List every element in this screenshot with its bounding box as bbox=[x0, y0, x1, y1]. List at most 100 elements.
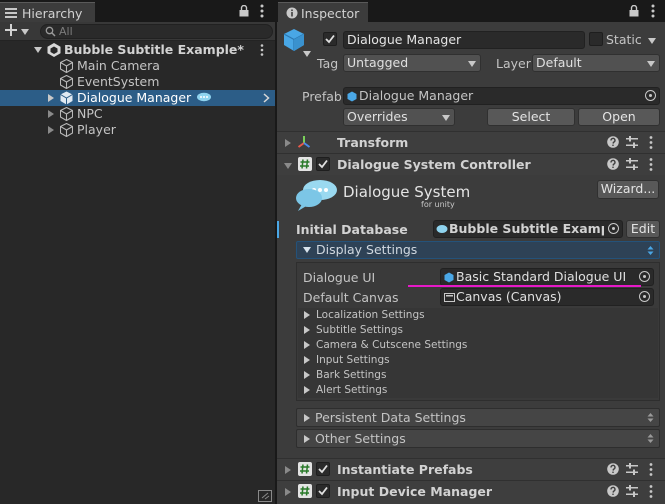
select-button[interactable]: Select bbox=[487, 108, 575, 126]
tag-dropdown[interactable]: Untagged bbox=[343, 54, 481, 72]
help-icon[interactable] bbox=[607, 136, 619, 148]
localization-settings-foldout[interactable]: Localization Settings bbox=[298, 308, 658, 323]
dialogue-ui-value: Basic Standard Dialogue UI bbox=[456, 269, 627, 284]
expand-arrow-icon bbox=[304, 414, 310, 422]
bark-settings-foldout[interactable]: Bark Settings bbox=[298, 368, 658, 383]
layer-label: Layer bbox=[496, 56, 531, 71]
chevron-right-icon[interactable] bbox=[263, 93, 270, 103]
collapse-arrow-icon[interactable] bbox=[284, 163, 292, 169]
object-picker-icon[interactable] bbox=[639, 291, 650, 302]
hierarchy-item-label: NPC bbox=[77, 106, 103, 121]
active-checkbox[interactable] bbox=[323, 32, 337, 46]
add-icon[interactable] bbox=[5, 24, 17, 36]
presets-icon[interactable] bbox=[626, 485, 638, 497]
input-settings-foldout[interactable]: Input Settings bbox=[298, 353, 658, 368]
scene-kebab-menu-icon[interactable] bbox=[260, 44, 264, 56]
controller-title: Dialogue System Controller bbox=[337, 157, 531, 172]
prefab-field[interactable]: Dialogue Manager bbox=[343, 87, 660, 105]
sort-arrows-icon bbox=[647, 246, 654, 255]
open-button[interactable]: Open bbox=[578, 108, 660, 126]
alert-settings-foldout[interactable]: Alert Settings bbox=[298, 383, 658, 398]
inspector-kebab-menu-icon[interactable] bbox=[651, 4, 655, 18]
script-hash-icon bbox=[298, 157, 312, 171]
object-name-field[interactable]: Dialogue Manager bbox=[343, 31, 585, 49]
component-kebab-menu-icon[interactable] bbox=[649, 485, 653, 498]
hierarchy-item-npc[interactable]: NPC bbox=[0, 106, 275, 122]
checkmark-icon bbox=[325, 34, 335, 44]
instantiate-prefabs-header[interactable]: Instantiate Prefabs bbox=[277, 458, 665, 480]
display-settings-foldout[interactable]: Display Settings bbox=[296, 241, 660, 259]
camera-cutscene-settings-foldout[interactable]: Camera & Cutscene Settings bbox=[298, 338, 658, 353]
other-settings-foldout[interactable]: Other Settings bbox=[296, 429, 660, 448]
hierarchy-item-dialogue-manager[interactable]: Dialogue Manager bbox=[0, 90, 275, 106]
resize-grip-icon[interactable] bbox=[258, 490, 272, 502]
hierarchy-tab[interactable]: Hierarchy bbox=[0, 2, 95, 22]
default-canvas-value: Canvas (Canvas) bbox=[456, 289, 562, 304]
expand-arrow-icon[interactable] bbox=[285, 466, 291, 474]
initial-database-field[interactable]: Bubble Subtitle Example D bbox=[433, 220, 623, 238]
hierarchy-item-player[interactable]: Player bbox=[0, 122, 275, 138]
inspector-tab[interactable]: Inspector bbox=[278, 2, 368, 22]
component-enabled-checkbox[interactable] bbox=[316, 484, 330, 498]
expand-arrow-icon bbox=[304, 356, 310, 364]
initial-database-label: Initial Database bbox=[296, 222, 408, 237]
object-picker-icon[interactable] bbox=[645, 90, 656, 101]
dialogue-ui-field[interactable]: Basic Standard Dialogue UI bbox=[440, 268, 654, 286]
input-device-manager-title: Input Device Manager bbox=[337, 484, 493, 499]
edit-button[interactable]: Edit bbox=[626, 220, 660, 238]
hierarchy-search-input[interactable]: All bbox=[40, 24, 273, 39]
foldout-label: Subtitle Settings bbox=[316, 324, 403, 336]
dialogue-system-bubble-icon bbox=[197, 92, 211, 102]
transform-icon bbox=[297, 136, 311, 148]
scene-row[interactable]: Bubble Subtitle Example* bbox=[0, 42, 275, 58]
expand-arrow-icon bbox=[304, 311, 310, 319]
persistent-data-settings-foldout[interactable]: Persistent Data Settings bbox=[296, 408, 660, 427]
layer-dropdown[interactable]: Default bbox=[532, 54, 660, 72]
kebab-menu-icon[interactable] bbox=[260, 4, 264, 18]
wizard-button[interactable]: Wizard... bbox=[597, 180, 659, 199]
input-device-manager-header[interactable]: Input Device Manager bbox=[277, 480, 665, 504]
expand-arrow-icon[interactable] bbox=[48, 94, 54, 102]
expand-arrow-icon[interactable] bbox=[48, 126, 54, 134]
inspector-lock-icon[interactable] bbox=[629, 5, 639, 17]
object-picker-icon[interactable] bbox=[639, 271, 650, 282]
canvas-icon bbox=[444, 293, 455, 302]
subtitle-settings-foldout[interactable]: Subtitle Settings bbox=[298, 323, 658, 338]
expand-arrow-icon[interactable] bbox=[48, 110, 54, 118]
icon-dropdown-arrow-icon[interactable] bbox=[303, 51, 311, 57]
presets-icon[interactable] bbox=[626, 463, 638, 475]
instantiate-prefabs-title: Instantiate Prefabs bbox=[337, 462, 473, 477]
chevron-down-icon bbox=[442, 115, 450, 121]
chevron-down-icon bbox=[468, 61, 476, 67]
hierarchy-item-main-camera[interactable]: Main Camera bbox=[0, 58, 275, 74]
default-canvas-label: Default Canvas bbox=[303, 290, 399, 305]
help-icon[interactable] bbox=[607, 485, 619, 497]
static-dropdown-arrow-icon[interactable] bbox=[648, 38, 656, 44]
component-kebab-menu-icon[interactable] bbox=[649, 463, 653, 476]
hierarchy-item-label: Dialogue Manager bbox=[77, 90, 192, 105]
overrides-dropdown[interactable]: Overrides bbox=[343, 108, 455, 126]
scene-expand-arrow-icon[interactable] bbox=[34, 47, 42, 53]
object-picker-icon[interactable] bbox=[608, 223, 619, 234]
default-canvas-field[interactable]: Canvas (Canvas) bbox=[440, 288, 654, 306]
expand-arrow-icon[interactable] bbox=[285, 488, 291, 496]
presets-icon[interactable] bbox=[626, 136, 638, 148]
help-icon[interactable] bbox=[607, 463, 619, 475]
component-enabled-checkbox[interactable] bbox=[316, 462, 330, 476]
search-placeholder: All bbox=[59, 25, 73, 38]
expand-arrow-icon[interactable] bbox=[285, 139, 291, 147]
prefab-value: Dialogue Manager bbox=[359, 88, 474, 103]
component-enabled-checkbox[interactable] bbox=[316, 157, 330, 171]
help-icon[interactable] bbox=[607, 158, 619, 170]
dialogue-system-controller-header[interactable]: Dialogue System Controller bbox=[277, 153, 665, 175]
add-dropdown-arrow-icon[interactable] bbox=[21, 29, 29, 35]
component-kebab-menu-icon[interactable] bbox=[649, 158, 653, 171]
transform-component-header[interactable]: Transform bbox=[277, 131, 665, 153]
static-checkbox[interactable] bbox=[589, 32, 603, 46]
component-kebab-menu-icon[interactable] bbox=[649, 136, 653, 149]
object-name-value: Dialogue Manager bbox=[347, 32, 462, 47]
lock-icon[interactable] bbox=[239, 5, 249, 17]
presets-icon[interactable] bbox=[626, 158, 638, 170]
hierarchy-item-event-system[interactable]: EventSystem bbox=[0, 74, 275, 90]
hierarchy-item-label: EventSystem bbox=[77, 74, 160, 89]
